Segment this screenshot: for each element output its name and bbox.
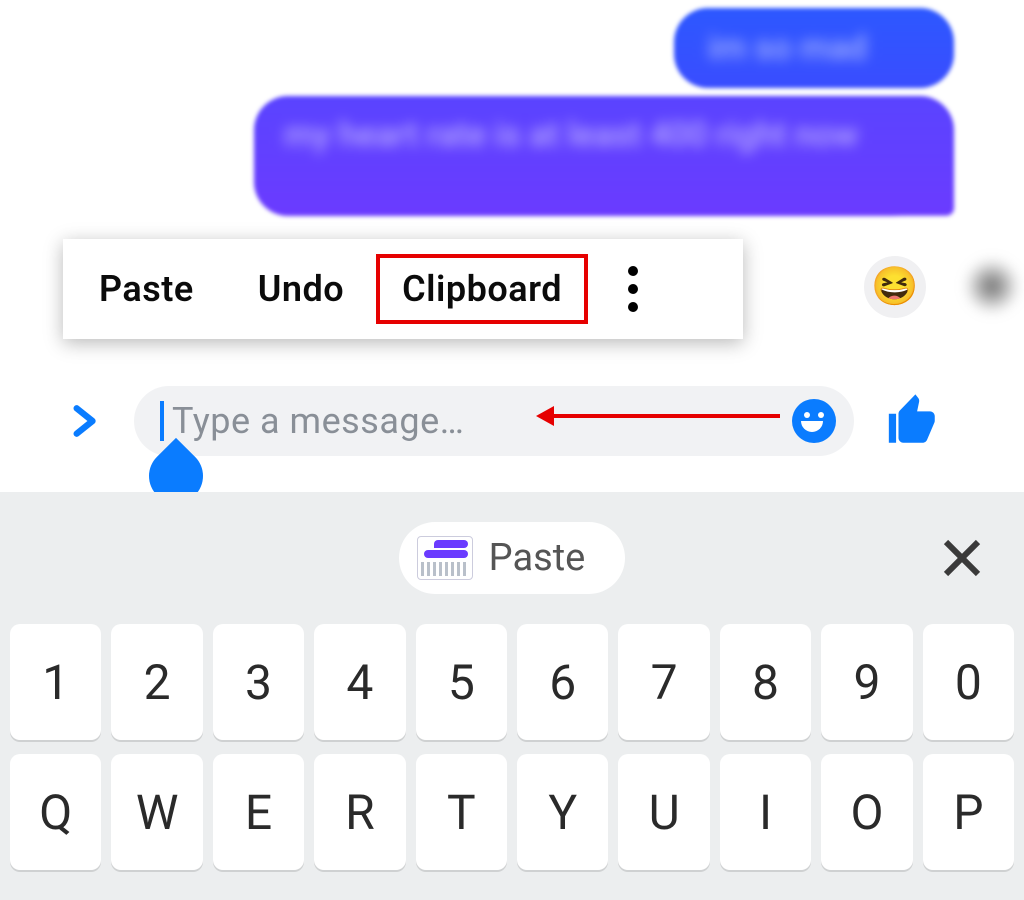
keyboard-key[interactable]: 4 xyxy=(314,624,405,740)
keyboard-key[interactable]: O xyxy=(821,754,912,870)
message-input-placeholder: Type a message… xyxy=(172,400,464,442)
keyboard-row: QWERTYUIOP xyxy=(10,754,1014,870)
keyboard-paste-label: Paste xyxy=(489,536,586,580)
message-reaction[interactable]: 😆 xyxy=(864,256,926,318)
keyboard-key[interactable]: 7 xyxy=(618,624,709,740)
keyboard-key[interactable]: 0 xyxy=(923,624,1014,740)
keyboard-key[interactable]: R xyxy=(314,754,405,870)
keyboard-key[interactable]: Y xyxy=(517,754,608,870)
keyboard-row: 1234567890 xyxy=(10,624,1014,740)
text-context-menu: Paste Undo Clipboard xyxy=(63,239,743,339)
keyboard-key[interactable]: W xyxy=(111,754,202,870)
sent-message-text: im so mad xyxy=(708,27,867,70)
keyboard-key[interactable]: 3 xyxy=(213,624,304,740)
keyboard-suggestion-bar: Paste xyxy=(0,492,1024,624)
send-like-button[interactable] xyxy=(884,392,942,450)
keyboard-key[interactable]: 2 xyxy=(111,624,202,740)
timestamp-smudge xyxy=(896,222,956,256)
sent-message-bubble[interactable]: im so mad xyxy=(674,8,954,88)
keyboard-paste-suggestion[interactable]: Paste xyxy=(399,522,626,594)
text-cursor xyxy=(160,401,164,441)
keyboard-key[interactable]: U xyxy=(618,754,709,870)
keyboard-key[interactable]: E xyxy=(213,754,304,870)
soft-keyboard: Paste 1234567890 QWERTYUIOP xyxy=(0,492,1024,900)
keyboard-key[interactable]: 1 xyxy=(10,624,101,740)
keyboard-key[interactable]: 5 xyxy=(416,624,507,740)
annotation-highlight-box: Clipboard xyxy=(376,254,588,324)
message-input[interactable]: Type a message… xyxy=(134,386,854,456)
chevron-right-icon xyxy=(64,402,102,440)
expand-attachments-button[interactable] xyxy=(64,402,102,440)
avatar xyxy=(964,258,1020,314)
annotation-arrow xyxy=(550,414,780,418)
keyboard-key[interactable]: Q xyxy=(10,754,101,870)
sent-message-text: my heart rate is at least 400 right now xyxy=(284,115,858,155)
message-input-row: Type a message… xyxy=(0,382,1024,460)
emoji-picker-button[interactable] xyxy=(792,399,836,443)
context-menu-undo[interactable]: Undo xyxy=(258,268,344,310)
thumbs-up-icon xyxy=(884,392,942,450)
keyboard-key[interactable]: 9 xyxy=(821,624,912,740)
context-menu-overflow[interactable] xyxy=(628,266,638,312)
vertical-dots-icon xyxy=(628,266,638,276)
keyboard-key[interactable]: 6 xyxy=(517,624,608,740)
dismiss-suggestion-button[interactable] xyxy=(938,534,986,582)
chat-area: im so mad my heart rate is at least 400 … xyxy=(0,0,1024,492)
keyboard-key[interactable]: P xyxy=(923,754,1014,870)
laughing-emoji-icon: 😆 xyxy=(871,265,918,309)
clipboard-preview-thumbnail xyxy=(417,536,473,580)
keyboard-key[interactable]: I xyxy=(720,754,811,870)
keyboard-key[interactable]: 8 xyxy=(720,624,811,740)
sent-message-bubble[interactable]: my heart rate is at least 400 right now xyxy=(254,96,954,216)
keyboard-keys: 1234567890 QWERTYUIOP xyxy=(0,624,1024,870)
context-menu-clipboard[interactable]: Clipboard xyxy=(402,268,562,310)
context-menu-paste[interactable]: Paste xyxy=(99,268,194,310)
close-icon xyxy=(938,534,986,582)
keyboard-key[interactable]: T xyxy=(416,754,507,870)
